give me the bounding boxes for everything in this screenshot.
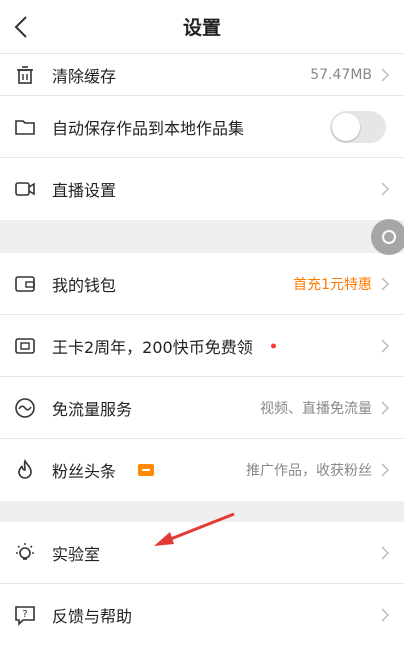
wangka-promo-row[interactable]: 王卡2周年，200快币免费领 <box>0 315 404 377</box>
cache-size-value: 57.47MB <box>310 66 372 83</box>
help-icon: ? <box>15 606 35 626</box>
clear-cache-label: 清除缓存 <box>52 66 117 86</box>
chevron-right-icon <box>381 400 390 415</box>
top-bar: 设置 <box>0 0 404 54</box>
sim-card-icon <box>15 337 35 354</box>
wallet-row[interactable]: 我的钱包 首充1元特惠 <box>0 253 404 315</box>
ticket-badge-icon <box>138 464 154 476</box>
chevron-right-icon <box>381 608 390 622</box>
free-data-row[interactable]: 免流量服务 视频、直播免流量 <box>0 377 404 439</box>
clear-cache-row[interactable]: 清除缓存 57.47MB <box>0 54 404 96</box>
chevron-right-icon <box>381 338 390 353</box>
wangka-promo-label: 王卡2周年，200快币免费领 <box>52 337 253 357</box>
wallet-icon <box>15 275 35 292</box>
page-title: 设置 <box>182 17 221 39</box>
chevron-right-icon <box>381 545 390 560</box>
feedback-help-row[interactable]: ? 反馈与帮助 <box>0 584 404 646</box>
feedback-help-label: 反馈与帮助 <box>52 607 133 626</box>
annotation-arrow-icon <box>154 512 235 546</box>
lightbulb-icon <box>16 542 34 560</box>
chevron-right-icon <box>381 463 390 477</box>
flame-icon <box>18 459 32 479</box>
live-settings-row[interactable]: 直播设置 <box>0 158 404 220</box>
lab-label: 实验室 <box>52 544 101 564</box>
fans-headline-value: 推广作品，收获粉丝 <box>246 463 372 479</box>
fans-headline-row[interactable]: 粉丝头条 推广作品，收获粉丝 <box>0 439 404 501</box>
chevron-right-icon <box>381 67 390 82</box>
auto-save-row: 自动保存作品到本地作品集 <box>0 96 404 158</box>
svg-text:?: ? <box>22 609 27 620</box>
toggle-knob <box>332 112 360 141</box>
free-data-label: 免流量服务 <box>52 399 133 419</box>
floating-assist-button[interactable] <box>371 219 404 255</box>
trash-icon <box>17 65 33 84</box>
gear-icon <box>382 230 396 244</box>
settings-group-services: 我的钱包 首充1元特惠 王卡2周年，200快币免费领 免流量服务 视频、直播免流… <box>0 253 404 501</box>
free-data-value: 视频、直播免流量 <box>260 400 372 417</box>
fans-headline-label: 粉丝头条 <box>52 462 117 481</box>
video-camera-icon <box>15 182 35 196</box>
auto-save-toggle[interactable] <box>330 110 386 143</box>
wallet-promo-value: 首充1元特惠 <box>293 276 372 293</box>
settings-group-general: 清除缓存 57.47MB 自动保存作品到本地作品集 直播设置 <box>0 54 404 220</box>
wallet-label: 我的钱包 <box>52 275 117 295</box>
chevron-right-icon <box>381 276 390 291</box>
live-settings-label: 直播设置 <box>52 181 117 200</box>
notification-dot <box>271 343 276 348</box>
auto-save-label: 自动保存作品到本地作品集 <box>52 118 245 138</box>
folder-icon <box>15 119 35 135</box>
flow-wave-icon <box>15 397 35 418</box>
chevron-right-icon <box>381 182 390 196</box>
